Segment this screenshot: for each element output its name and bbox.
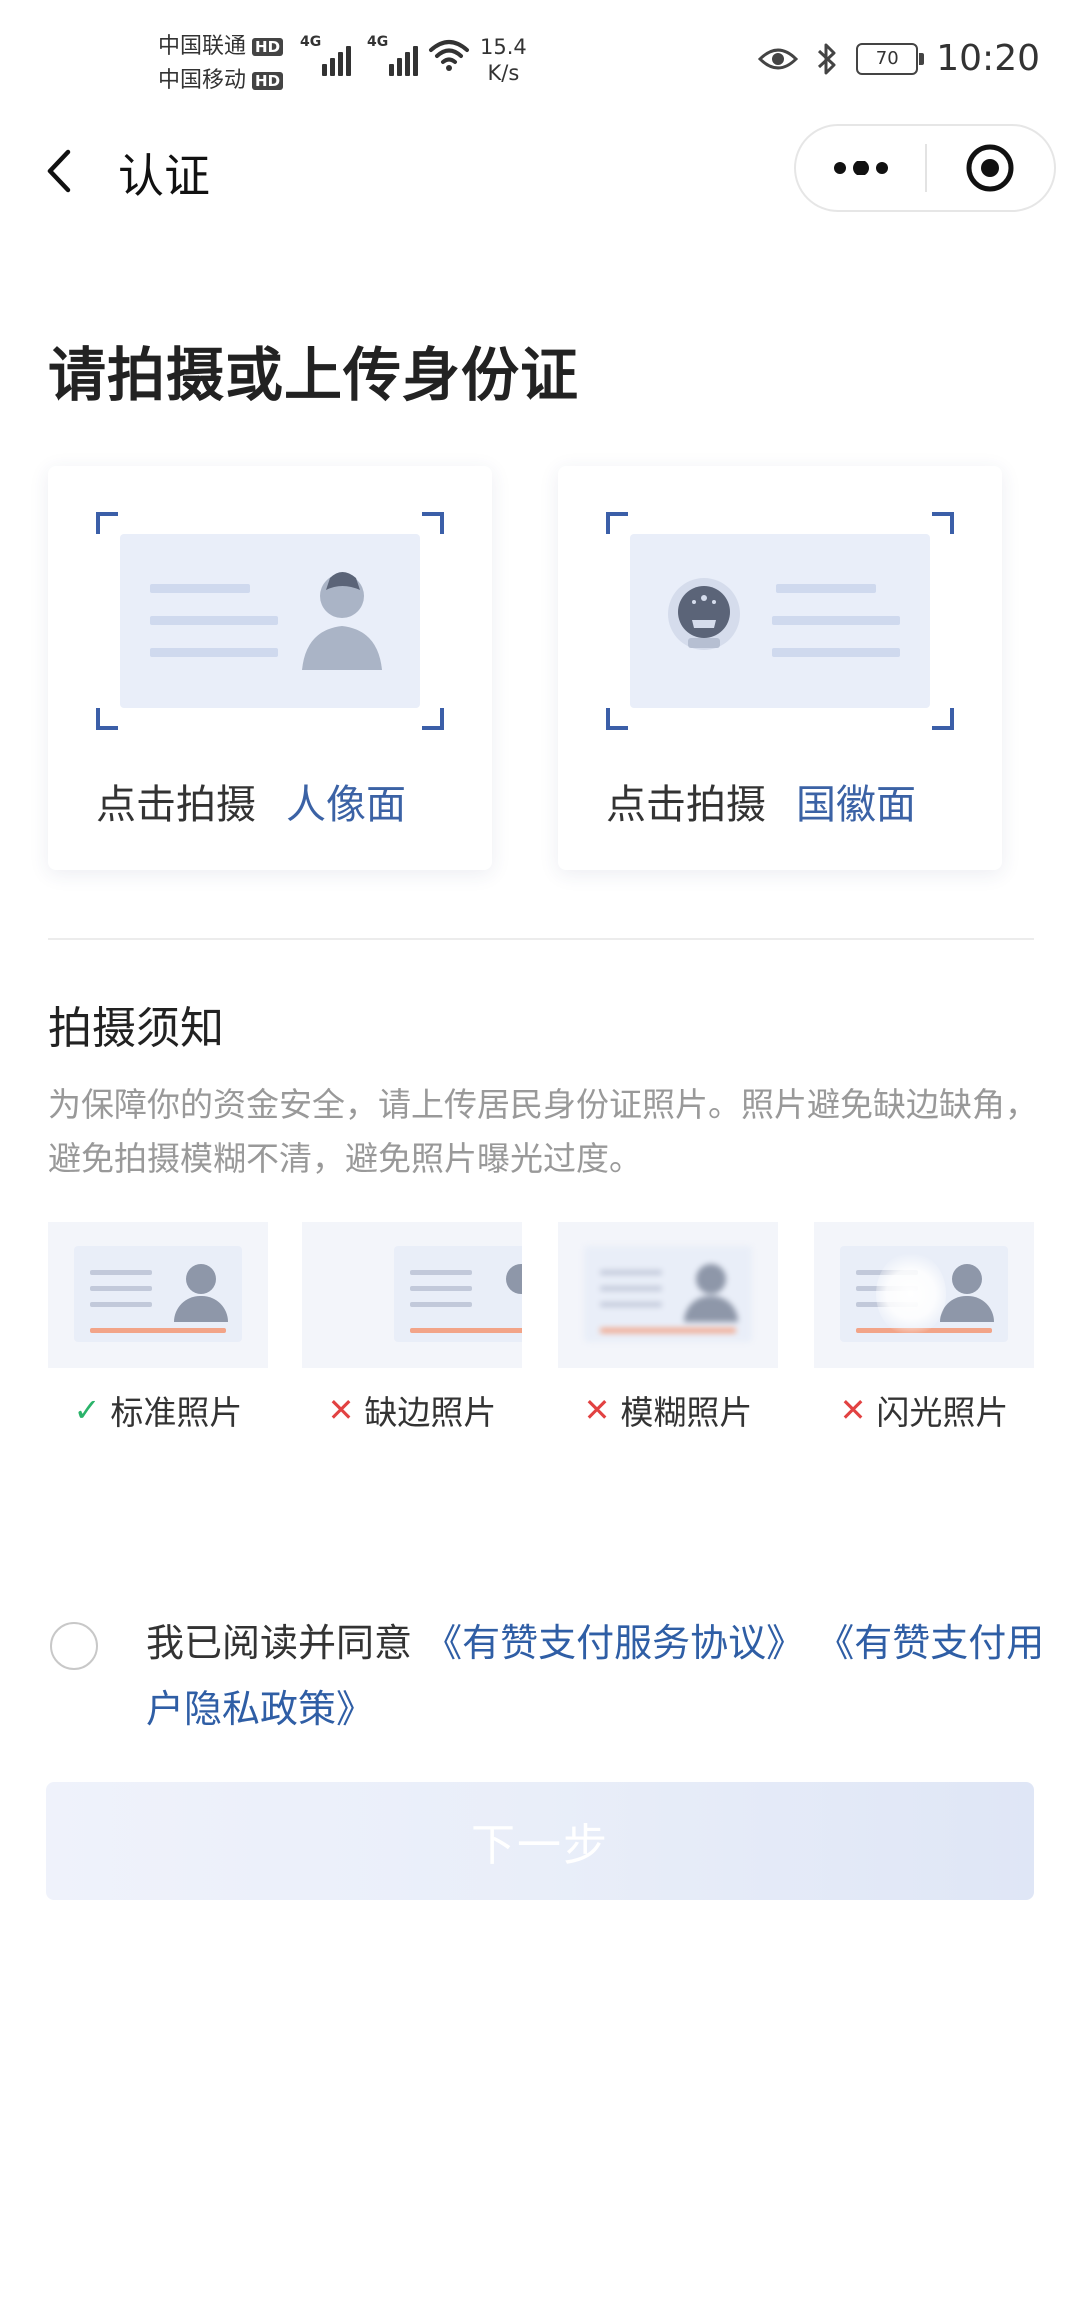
example-standard: ✓ 标准照片 bbox=[48, 1222, 268, 1434]
nav-bar: 认证 bbox=[0, 120, 1080, 220]
next-button[interactable]: 下一步 bbox=[46, 1782, 1034, 1900]
cross-icon: ✕ bbox=[839, 1391, 867, 1429]
id-back-illustration bbox=[630, 534, 930, 708]
national-emblem-icon bbox=[668, 578, 740, 650]
nav-title: 认证 bbox=[118, 149, 210, 203]
cross-icon: ✕ bbox=[583, 1391, 611, 1429]
check-icon: ✓ bbox=[73, 1391, 101, 1429]
network-type: 4G bbox=[300, 34, 322, 50]
example-label: 闪光照片 bbox=[876, 1393, 1009, 1432]
example-blurry: ✕ 模糊照片 bbox=[558, 1222, 778, 1434]
battery-level: 70 bbox=[875, 47, 899, 69]
example-label: 缺边照片 bbox=[364, 1393, 497, 1432]
card-side-label: 国徽面 bbox=[796, 782, 916, 828]
example-thumbnail bbox=[558, 1222, 778, 1368]
status-bar: 中国联通 HD 中国移动 HD 4G 4G 15.4 K/s 70 10:20 bbox=[0, 0, 1080, 120]
signal-icon: 4G bbox=[300, 34, 351, 76]
carrier-info: 中国联通 HD 中国移动 HD bbox=[158, 30, 284, 98]
close-button[interactable] bbox=[927, 126, 1054, 210]
network-type: 4G bbox=[367, 34, 389, 50]
card-side-label: 人像面 bbox=[286, 782, 406, 828]
person-icon bbox=[302, 572, 382, 670]
cross-icon: ✕ bbox=[327, 1391, 355, 1429]
notice-title: 拍摄须知 bbox=[48, 1003, 224, 1054]
card-caption-prefix: 点击拍摄 bbox=[606, 782, 766, 828]
example-missing-edge: ✕ 缺边照片 bbox=[302, 1222, 522, 1434]
service-agreement-link[interactable]: 《有赞支付服务协议》 bbox=[424, 1621, 804, 1665]
page-title: 请拍摄或上传身份证 bbox=[48, 341, 580, 409]
scan-frame bbox=[606, 512, 954, 730]
bluetooth-icon bbox=[818, 43, 836, 74]
scan-frame bbox=[96, 512, 444, 730]
more-button[interactable] bbox=[796, 126, 925, 210]
battery-icon: 70 bbox=[856, 42, 925, 75]
more-dots-icon bbox=[833, 161, 888, 175]
example-thumbnail bbox=[48, 1222, 268, 1368]
notice-text: 为保障你的资金安全，请上传居民身份证照片。照片避免缺边缺角，避免拍摄模糊不清，避… bbox=[48, 1085, 1038, 1178]
example-flash: ✕ 闪光照片 bbox=[814, 1222, 1034, 1434]
agreement-text: 我已阅读并同意 《有赞支付服务协议》 《有赞支付用户隐私政策》 bbox=[146, 1610, 1046, 1742]
agreement-checkbox[interactable] bbox=[50, 1622, 98, 1670]
example-label: 标准照片 bbox=[110, 1393, 243, 1432]
signal-icon: 4G bbox=[367, 34, 418, 76]
agreement-prefix: 我已阅读并同意 bbox=[146, 1621, 413, 1665]
upload-emblem-side-card[interactable]: 点击拍摄 国徽面 bbox=[558, 466, 1002, 870]
card-caption-prefix: 点击拍摄 bbox=[96, 782, 256, 828]
mini-program-capsule bbox=[794, 124, 1056, 212]
hd-badge: HD bbox=[252, 38, 284, 56]
example-thumbnail bbox=[302, 1222, 522, 1368]
network-speed: 15.4 K/s bbox=[480, 34, 527, 86]
example-label: 模糊照片 bbox=[620, 1393, 753, 1432]
example-thumbnail bbox=[814, 1222, 1034, 1368]
upload-portrait-side-card[interactable]: 点击拍摄 人像面 bbox=[48, 466, 492, 870]
speed-unit: K/s bbox=[487, 61, 520, 85]
eye-icon bbox=[758, 48, 799, 69]
back-icon[interactable] bbox=[38, 144, 88, 198]
clock: 10:20 bbox=[936, 38, 1040, 79]
id-front-illustration bbox=[120, 534, 420, 708]
target-close-icon bbox=[966, 144, 1014, 192]
speed-value: 15.4 bbox=[480, 35, 527, 59]
wifi-icon bbox=[429, 40, 469, 71]
carrier-1: 中国联通 bbox=[158, 34, 247, 59]
carrier-2: 中国移动 bbox=[158, 68, 247, 93]
section-divider bbox=[48, 938, 1034, 940]
hd-badge: HD bbox=[252, 72, 284, 90]
